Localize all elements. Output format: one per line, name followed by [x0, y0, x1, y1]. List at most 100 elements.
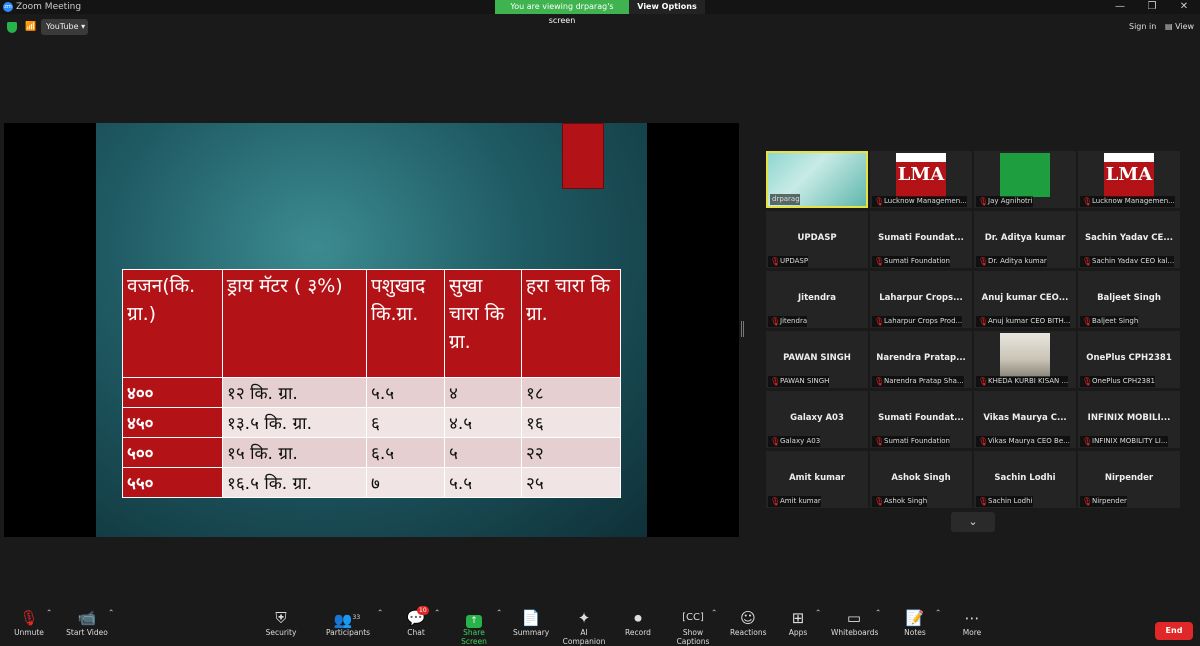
table-header: वजन(कि. ग्रा.) — [122, 269, 223, 378]
chevron-up-icon[interactable]: ⌃ — [377, 608, 383, 617]
chevron-up-icon[interactable]: ⌃ — [434, 608, 440, 617]
participant-tile[interactable]: Dr. Aditya kumar 🎙 Dr. Aditya kumar — [974, 211, 1076, 268]
chevron-up-icon[interactable]: ⌃ — [496, 608, 502, 617]
participant-name: UPDASP — [797, 233, 837, 243]
participant-tile[interactable]: Anuj kumar CEO... 🎙 Anuj kumar CEO BITH... — [974, 271, 1076, 328]
participant-tile[interactable]: Sumati Foundat... 🎙 Sumati Foundation — [870, 391, 972, 448]
participant-tile[interactable]: LMA 🎙 Lucknow Managemen... — [1078, 151, 1180, 208]
participant-label: 🎙 PAWAN SINGH — [768, 376, 830, 387]
table-cell: १३.५ कि. ग्रा. — [222, 407, 367, 438]
participant-tile[interactable]: Nirpender 🎙 Nirpender — [1078, 451, 1180, 508]
chat-button[interactable]: 💬 10 Chat — [404, 606, 429, 637]
notes-label: Notes — [904, 628, 926, 637]
participant-tile[interactable]: Galaxy A03 🎙 Galaxy A03 — [766, 391, 868, 448]
whiteboards-button[interactable]: ▭ Whiteboards — [831, 608, 878, 637]
participant-tile[interactable]: Narendra Pratap... 🎙 Narendra Pratap Sha..… — [870, 331, 972, 388]
more-label: More — [962, 628, 982, 637]
participant-tile[interactable]: INFINIX MOBILI... 🎙 INFINIX MOBILITY LI... — [1078, 391, 1180, 448]
participant-tile[interactable]: Sachin Yadav CE... 🎙 Sachin Yadav CEO kal.… — [1078, 211, 1180, 268]
start-video-button[interactable]: 📹 Start Video — [66, 608, 108, 637]
muted-mic-icon: 🎙 — [770, 317, 781, 326]
muted-mic-icon: 🎙 — [978, 317, 989, 326]
panel-splitter-handle[interactable] — [741, 321, 744, 337]
video-off-icon: 📹 — [77, 609, 97, 627]
view-button[interactable]: ▤ View — [1165, 22, 1194, 31]
summary-button[interactable]: 📄 Summary — [513, 608, 549, 637]
view-options-button[interactable]: View Options — [629, 0, 705, 14]
sign-in-link[interactable]: Sign in — [1129, 22, 1156, 31]
end-meeting-button[interactable]: End — [1155, 622, 1193, 640]
close-button[interactable]: ✕ — [1168, 0, 1200, 14]
participant-tile[interactable]: Vikas Maurya C... 🎙 Vikas Maurya CEO Be... — [974, 391, 1076, 448]
muted-mic-icon: 🎙 — [770, 497, 781, 506]
participant-label: 🎙 Amit kumar — [768, 496, 821, 507]
participant-label: 🎙 Baljeet Singh — [1080, 316, 1139, 327]
share-screen-button[interactable]: ↑ Share Screen — [450, 608, 498, 646]
unmute-button[interactable]: 🎙 Unmute — [12, 608, 46, 637]
chevron-up-icon[interactable]: ⌃ — [815, 608, 821, 617]
chevron-up-icon[interactable]: ⌃ — [711, 608, 717, 617]
participant-label-text: Anuj kumar CEO BITH... — [988, 317, 1071, 325]
notes-button[interactable]: 📝 Notes — [903, 608, 927, 637]
live-stream-icon[interactable]: 📶 — [25, 21, 37, 33]
shield-icon: ⛨ — [275, 609, 287, 627]
record-button[interactable]: ⏺ Record — [624, 608, 652, 637]
chevron-down-icon[interactable]: ⌄ — [951, 512, 995, 532]
reactions-button[interactable]: ☺ Reactions — [730, 608, 766, 637]
participant-label-text: Sachin Yadav CEO kal... — [1092, 257, 1175, 265]
chevron-up-icon[interactable]: ⌃ — [46, 608, 52, 617]
participant-label-text: Sachin Lodhi — [988, 497, 1033, 505]
participant-tile[interactable]: 🎙 KHEDA KURBI KISAN ... — [974, 331, 1076, 388]
participant-label: 🎙 UPDASP — [768, 256, 809, 267]
participant-tile[interactable]: Sumati Foundat... 🎙 Sumati Foundation — [870, 211, 972, 268]
youtube-dropdown[interactable]: YouTube ▾ — [41, 19, 88, 35]
ai-companion-button[interactable]: ✦ AI Companion — [558, 608, 610, 646]
participant-tile[interactable]: Laharpur Crops... 🎙 Laharpur Crops Prod... — [870, 271, 972, 328]
participant-tile[interactable]: drparag — [766, 151, 868, 208]
more-button[interactable]: ⋯ More — [960, 608, 984, 637]
participant-name: Galaxy A03 — [790, 413, 844, 423]
apps-button[interactable]: ⊞ Apps — [786, 608, 810, 637]
muted-mic-icon: 🎙 — [1082, 317, 1093, 326]
participants-button[interactable]: 👥33 Participants — [326, 608, 370, 637]
participant-tile[interactable]: LMA 🎙 Lucknow Managemen... — [870, 151, 972, 208]
window-title: Zoom Meeting — [16, 2, 82, 12]
restore-button[interactable]: ❐ — [1136, 0, 1168, 14]
notes-icon: 📝 — [905, 609, 925, 627]
summary-icon: 📄 — [521, 609, 541, 627]
participant-tile[interactable]: Jitendra 🎙 Jitendra — [766, 271, 868, 328]
security-label: Security — [265, 628, 297, 637]
muted-mic-icon: 🎙 — [770, 437, 781, 446]
chevron-up-icon[interactable]: ⌃ — [108, 608, 114, 617]
security-button[interactable]: ⛨ Security — [264, 608, 298, 637]
meeting-controls: 🎙 Unmute ⌃ 📹 Start Video ⌃ ⛨ Security 👥3… — [0, 606, 1200, 646]
participant-tile[interactable]: OnePlus CPH2381 🎙 OnePlus CPH2381 — [1078, 331, 1180, 388]
participant-label-text: Baljeet Singh — [1092, 317, 1139, 325]
participant-label: 🎙 Sachin Lodhi — [976, 496, 1033, 507]
meeting-topbar: 📶 YouTube ▾ Sign in ▤ View — [0, 18, 1200, 38]
table-cell: ५५० — [122, 467, 223, 498]
participant-tile[interactable]: UPDASP 🎙 UPDASP — [766, 211, 868, 268]
avatar: LMA — [1104, 153, 1154, 197]
participant-tile[interactable]: 🎙 Jay Agnihotri — [974, 151, 1076, 208]
participants-count: 33 — [352, 614, 361, 621]
participant-tile[interactable]: Ashok Singh 🎙 Ashok Singh — [870, 451, 972, 508]
summary-label: Summary — [513, 628, 550, 637]
table-header: हरा चारा कि ग्रा. — [521, 269, 621, 378]
participant-tile[interactable]: PAWAN SINGH 🎙 PAWAN SINGH — [766, 331, 868, 388]
participant-name: Narendra Pratap... — [876, 353, 966, 363]
minimize-button[interactable]: — — [1104, 0, 1136, 14]
participant-tile[interactable]: Baljeet Singh 🎙 Baljeet Singh — [1078, 271, 1180, 328]
record-icon: ⏺ — [634, 609, 642, 627]
shield-icon[interactable] — [7, 22, 17, 33]
chevron-up-icon[interactable]: ⌃ — [875, 608, 881, 617]
participant-label: 🎙 Sachin Yadav CEO kal... — [1080, 256, 1175, 267]
participant-name: Dr. Aditya kumar — [984, 233, 1066, 243]
participant-tile[interactable]: Sachin Lodhi 🎙 Sachin Lodhi — [974, 451, 1076, 508]
participant-tile[interactable]: Amit kumar 🎙 Amit kumar — [766, 451, 868, 508]
window-controls: — ❐ ✕ — [1104, 0, 1200, 14]
shared-screen: वजन(कि. ग्रा.) ड्राय मॅटर ( ३%) पशुखाद क… — [4, 123, 739, 537]
table-cell: ५०० — [122, 437, 223, 468]
chevron-up-icon[interactable]: ⌃ — [935, 608, 941, 617]
muted-mic-icon: 🎙 — [874, 317, 885, 326]
